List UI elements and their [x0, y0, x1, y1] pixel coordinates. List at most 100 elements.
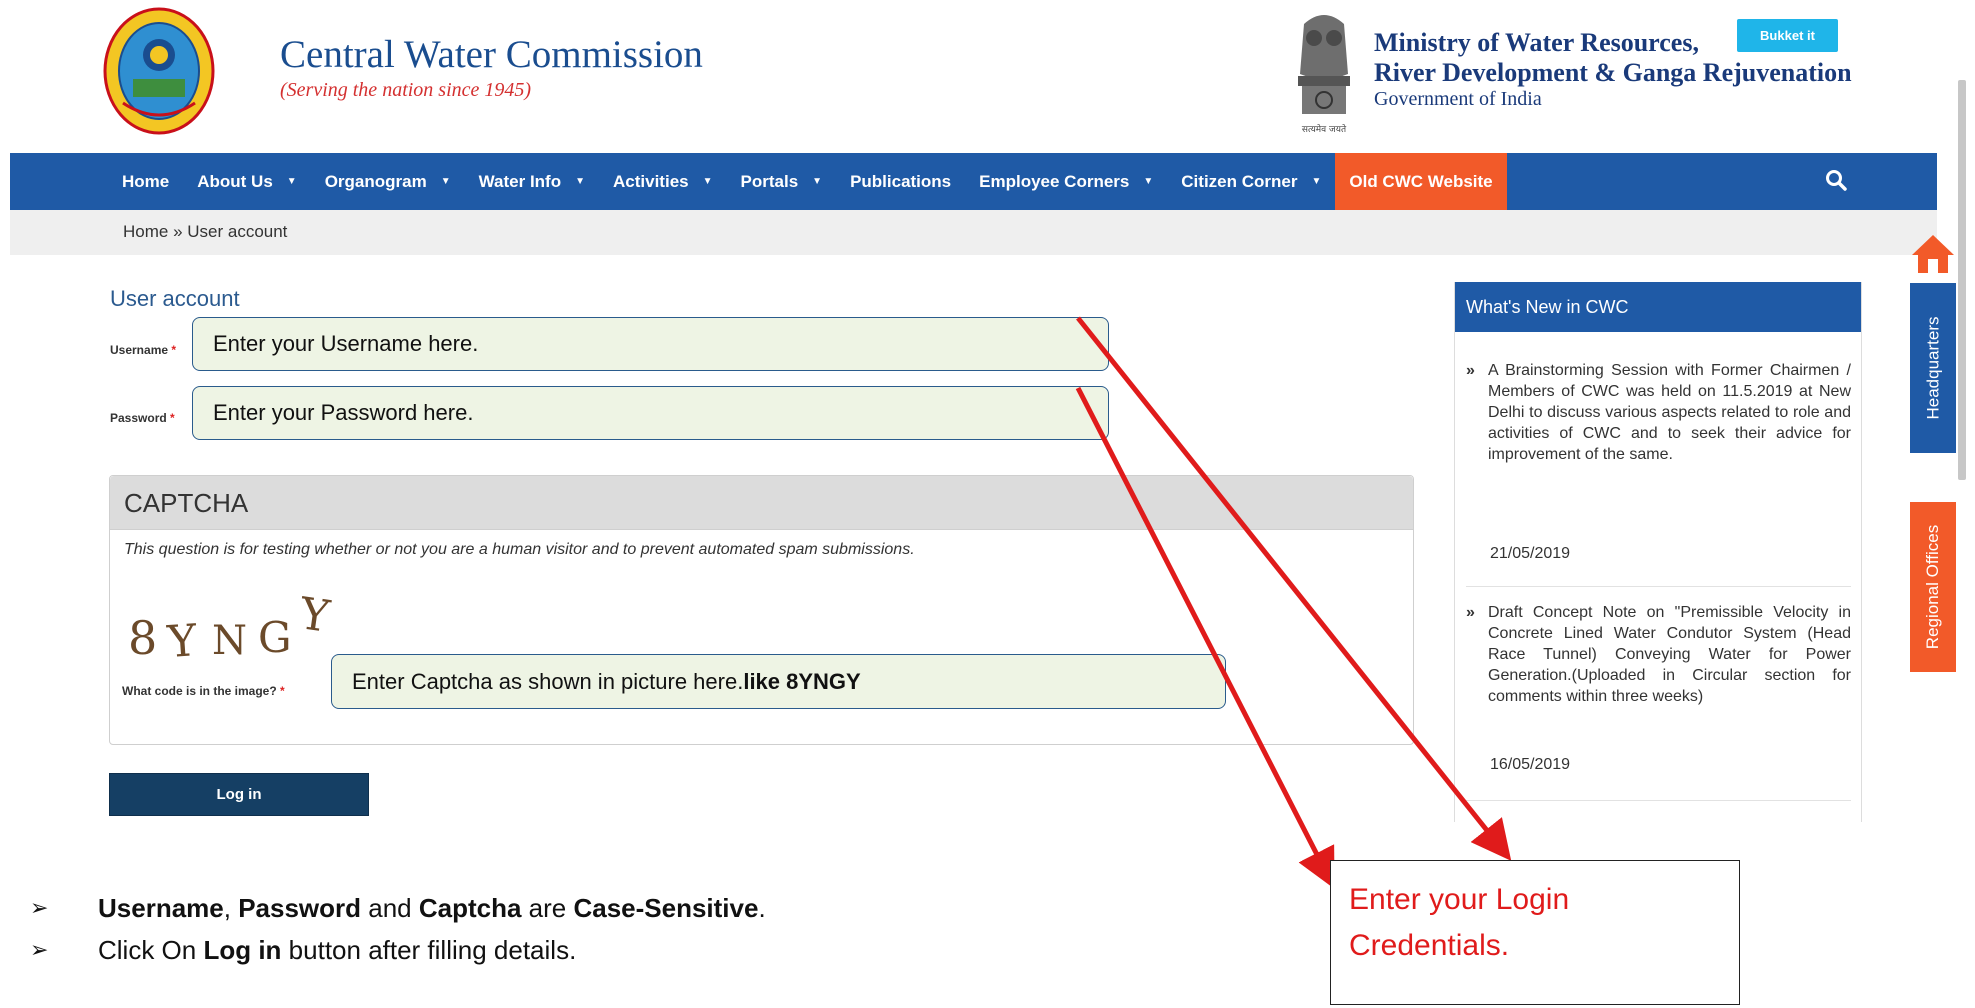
- headquarters-tab-label: Headquarters: [1923, 316, 1943, 420]
- breadcrumb-bar: Home » User account: [10, 210, 1937, 255]
- password-label: Password *: [110, 411, 175, 425]
- site-title-block: Central Water Commission (Serving the na…: [280, 32, 703, 102]
- main-nav: Home About Us ▼ Organogram ▼ Water Info ▼ A…: [10, 153, 1937, 210]
- caret-down-icon: ▼: [702, 176, 713, 187]
- site-title[interactable]: Central Water Commission: [280, 32, 703, 77]
- arrow-bullet-icon: ➢: [30, 937, 49, 962]
- caret-down-icon: ▼: [286, 176, 297, 187]
- captcha-glyph-2: Y: [165, 615, 199, 666]
- caret-down-icon: ▼: [1143, 176, 1154, 187]
- caret-down-icon: ▼: [440, 176, 451, 187]
- captcha-description: This question is for testing whether or …: [124, 541, 915, 558]
- news-divider: [1466, 800, 1851, 801]
- nav-publications[interactable]: Publications: [836, 153, 965, 210]
- note-end: .: [758, 893, 766, 923]
- note-sep: ,: [223, 893, 239, 923]
- captcha-callout-text: Enter Captcha as shown in picture here.: [352, 668, 744, 694]
- captcha-label: What code is in the image? *: [122, 684, 285, 698]
- news-item-text: A Brainstorming Session with Former Chai…: [1488, 362, 1851, 463]
- nav-publications-label: Publications: [850, 171, 952, 191]
- note-case-sensitive: ➢ Username, Password and Captcha are Cas…: [30, 887, 766, 929]
- news-item[interactable]: » A Brainstorming Session with Former Ch…: [1466, 360, 1851, 465]
- breadcrumb[interactable]: Home » User account: [123, 222, 287, 242]
- annotation-line-2: Credentials.: [1349, 929, 1510, 962]
- news-item[interactable]: » Draft Concept Note on "Premissible Vel…: [1466, 602, 1851, 707]
- captcha-input-callout[interactable]: Enter Captcha as shown in picture here. l…: [331, 654, 1226, 709]
- nav-portals-label: Portals: [740, 171, 799, 191]
- emblem-caption: सत्यमेव जयते: [1302, 123, 1347, 135]
- news-date: 21/05/2019: [1490, 545, 1571, 562]
- captcha-title: CAPTCHA: [110, 476, 1413, 530]
- note-word-username: Username: [98, 893, 224, 923]
- nav-old-cwc-website-label: Old CWC Website: [1349, 171, 1493, 191]
- nav-about-us[interactable]: About Us ▼: [183, 153, 310, 210]
- annotation-callout-box: Enter your Login Credentials.: [1330, 860, 1740, 1005]
- arrow-bullet-icon: ➢: [30, 895, 49, 920]
- nav-organogram[interactable]: Organogram ▼: [311, 153, 465, 210]
- cwc-logo[interactable]: [103, 7, 215, 135]
- nav-employee-corners[interactable]: Employee Corners ▼: [965, 153, 1167, 210]
- ministry-line-2: River Development & Ganga Rejuvenation: [1374, 58, 1852, 87]
- note-click-login: ➢ Click On Log in button after filling d…: [30, 929, 766, 971]
- nav-water-info[interactable]: Water Info ▼: [465, 153, 599, 210]
- caret-down-icon: ▼: [1311, 176, 1322, 187]
- nav-organogram-label: Organogram: [324, 171, 427, 191]
- search-icon[interactable]: [1825, 169, 1847, 191]
- regional-offices-tab[interactable]: Regional Offices: [1910, 502, 1956, 672]
- headquarters-tab[interactable]: Headquarters: [1910, 283, 1956, 453]
- captcha-glyph-1: 8: [128, 611, 157, 665]
- bullet-icon: »: [1466, 604, 1475, 621]
- nav-activities-label: Activities: [613, 171, 689, 191]
- note-sep: and: [361, 893, 419, 923]
- whats-new-title: What's New in CWC: [1455, 282, 1861, 332]
- note-word-log-in: Log in: [203, 935, 282, 965]
- password-label-text: Password: [110, 411, 167, 425]
- username-input-callout[interactable]: Enter your Username here.: [192, 317, 1109, 371]
- nav-employee-corners-label: Employee Corners: [979, 171, 1130, 191]
- site-tagline: (Serving the nation since 1945): [280, 79, 532, 101]
- note-word-password: Password: [238, 893, 362, 923]
- required-mark: *: [171, 343, 177, 357]
- news-date: 16/05/2019: [1490, 756, 1571, 773]
- note-text: button after filling details.: [281, 935, 577, 965]
- password-input-callout[interactable]: Enter your Password here.: [192, 386, 1109, 440]
- national-emblem-icon: सत्यमेव जयते: [1298, 15, 1350, 135]
- bukket-it-button[interactable]: Bukket it: [1737, 19, 1838, 52]
- site-header: Central Water Commission (Serving the na…: [0, 0, 1975, 152]
- annotation-line-1: Enter your Login: [1349, 883, 1570, 916]
- nav-citizen-corner[interactable]: Citizen Corner ▼: [1167, 153, 1335, 210]
- username-label-text: Username: [110, 343, 169, 357]
- ministry-line-3: Government of India: [1374, 88, 1542, 110]
- caret-down-icon: ▼: [812, 176, 823, 187]
- note-sep: are: [521, 893, 574, 923]
- nav-home[interactable]: Home: [10, 153, 183, 210]
- scrollbar-thumb[interactable]: [1958, 80, 1966, 480]
- captcha-glyph-3: N: [212, 618, 247, 664]
- captcha-callout-example: like 8YNGY: [743, 668, 861, 694]
- news-divider: [1466, 586, 1851, 587]
- captcha-label-text: What code is in the image?: [122, 684, 277, 698]
- page-title: User account: [110, 286, 240, 311]
- required-mark: *: [280, 684, 285, 698]
- username-callout-text: Enter your Username here.: [213, 331, 479, 356]
- nav-portals[interactable]: Portals ▼: [727, 153, 837, 210]
- regional-offices-tab-label: Regional Offices: [1923, 524, 1943, 650]
- username-label: Username *: [110, 343, 176, 357]
- nav-home-label: Home: [122, 171, 170, 191]
- nav-old-cwc-website[interactable]: Old CWC Website: [1335, 153, 1507, 210]
- note-text: Click On: [98, 935, 204, 965]
- bullet-icon: »: [1466, 362, 1475, 379]
- login-button[interactable]: Log in: [109, 773, 369, 816]
- nav-water-info-label: Water Info: [478, 171, 562, 191]
- nav-citizen-corner-label: Citizen Corner: [1181, 171, 1298, 191]
- home-icon[interactable]: [1910, 233, 1956, 275]
- news-item-text: Draft Concept Note on "Premissible Veloc…: [1488, 604, 1851, 705]
- nav-activities[interactable]: Activities ▼: [599, 153, 727, 210]
- captcha-glyph-4: G: [258, 613, 292, 662]
- captcha-glyph-5: Y: [296, 588, 334, 643]
- instruction-notes: ➢ Username, Password and Captcha are Cas…: [30, 887, 766, 971]
- note-word-captcha: Captcha: [418, 893, 522, 923]
- nav-about-us-label: About Us: [197, 171, 273, 191]
- password-callout-text: Enter your Password here.: [213, 400, 474, 425]
- note-word-case-sensitive: Case-Sensitive: [573, 893, 759, 923]
